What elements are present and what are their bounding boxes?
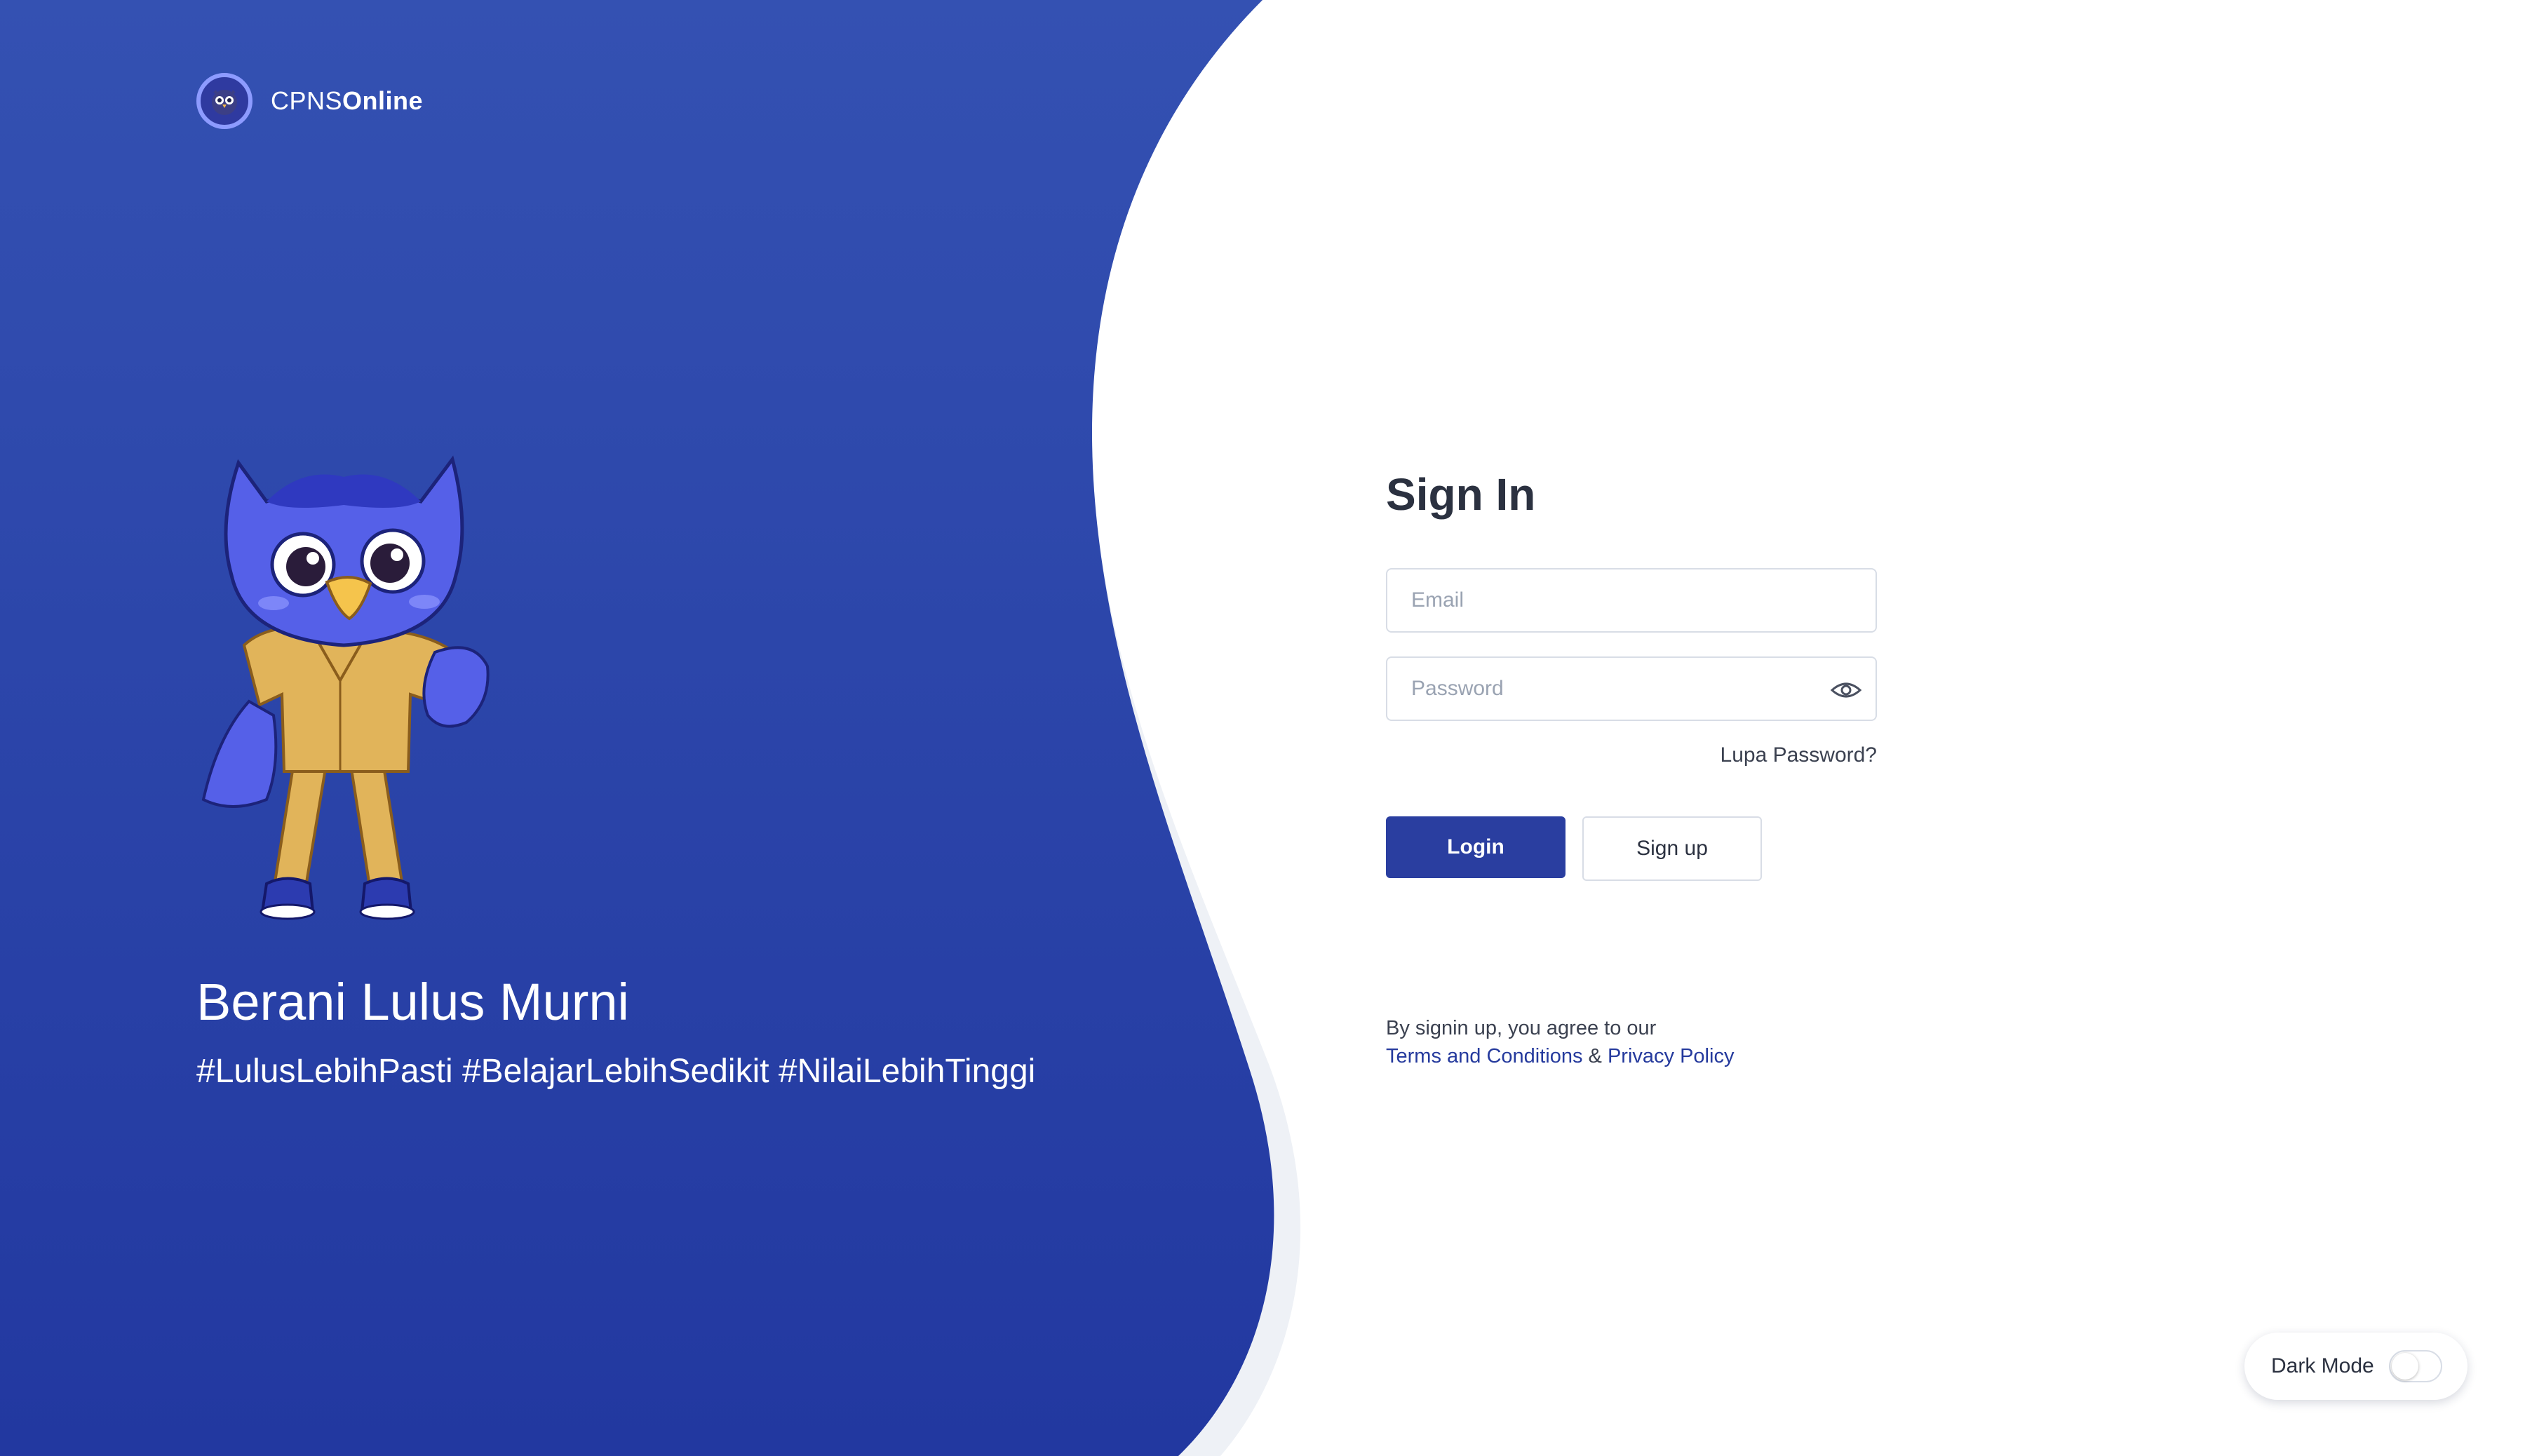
legal-text: By signin up, you agree to our <box>1386 1017 1657 1039</box>
legal-notice: By signin up, you agree to our Terms and… <box>1386 1014 1734 1070</box>
forgot-password-link[interactable]: Lupa Password? <box>1721 743 1877 767</box>
login-page: CPNSOnline Berani Lulus Murni #LulusLebi… <box>0 0 2525 1456</box>
signin-title: Sign In <box>1386 469 1536 520</box>
hero-title: Berani Lulus Murni <box>196 973 629 1031</box>
signin-form: Sign In Lupa Password? Login Sign up By … <box>1386 469 1877 1067</box>
legal-and: & <box>1588 1045 1602 1067</box>
login-button[interactable]: Login <box>1386 816 1566 878</box>
password-field-wrapper <box>1386 656 1877 721</box>
toggle-knob <box>2392 1353 2418 1380</box>
eye-icon[interactable] <box>1826 670 1866 710</box>
legal-links: Terms and Conditions & Privacy Policy <box>1386 1042 1734 1070</box>
privacy-link[interactable]: Privacy Policy <box>1608 1045 1735 1067</box>
brand-name-suffix: Online <box>342 86 424 115</box>
brand[interactable]: CPNSOnline <box>196 73 423 129</box>
email-field-wrapper <box>1386 568 1877 633</box>
terms-link[interactable]: Terms and Conditions <box>1386 1045 1582 1067</box>
dark-mode-toggle[interactable] <box>2389 1350 2442 1382</box>
signup-button[interactable]: Sign up <box>1582 816 1762 881</box>
dark-mode-label: Dark Mode <box>2271 1354 2374 1377</box>
owl-mascot-illustration <box>201 455 490 920</box>
owl-logo-icon <box>196 73 252 129</box>
dark-mode-switcher: Dark Mode <box>2244 1333 2467 1400</box>
brand-name-prefix: CPNS <box>271 86 343 115</box>
password-input[interactable] <box>1387 658 1876 720</box>
brand-name: CPNSOnline <box>271 86 423 116</box>
email-input[interactable] <box>1387 569 1876 631</box>
hero-hashtags: #LulusLebihPasti #BelajarLebihSedikit #N… <box>196 1053 1036 1090</box>
